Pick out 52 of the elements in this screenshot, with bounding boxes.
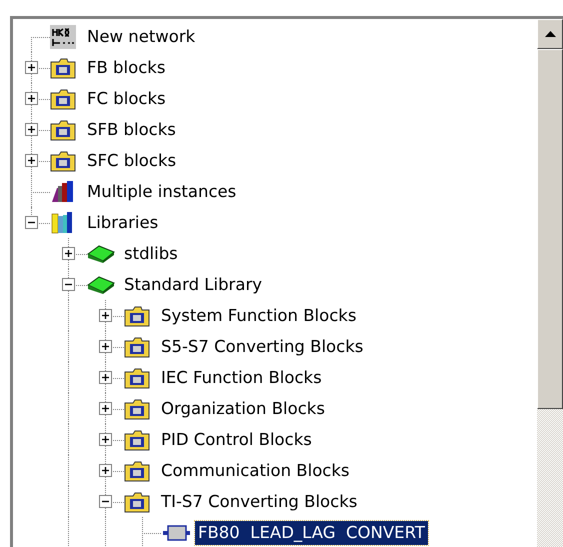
expand-icon[interactable] xyxy=(99,340,112,353)
block-folder-icon xyxy=(124,490,150,512)
collapse-icon[interactable] xyxy=(99,495,112,508)
expand-icon[interactable] xyxy=(99,371,112,384)
tree-item[interactable]: Communication Blocks xyxy=(158,458,353,482)
books-icon xyxy=(50,180,74,204)
tree-item[interactable]: IEC Function Blocks xyxy=(158,366,325,390)
collapse-icon[interactable] xyxy=(25,216,38,229)
expand-icon[interactable] xyxy=(25,123,38,136)
up-arrow-icon xyxy=(544,31,556,37)
tree-item[interactable]: Organization Blocks xyxy=(158,396,328,420)
tree-item[interactable]: System Function Blocks xyxy=(158,304,360,328)
expand-icon[interactable] xyxy=(25,154,38,167)
tree-item[interactable]: Multiple instances xyxy=(84,180,240,204)
scroll-thumb[interactable] xyxy=(537,49,563,409)
collapse-icon[interactable] xyxy=(62,278,75,291)
tree-item[interactable]: PID Control Blocks xyxy=(158,428,315,452)
tree-item[interactable]: FB80 LEAD_LAG CONVERT xyxy=(195,520,428,544)
tree-item[interactable]: FB blocks xyxy=(84,56,168,80)
block-icon xyxy=(161,524,191,542)
block-folder-icon xyxy=(124,428,150,450)
block-folder-icon xyxy=(124,460,150,482)
book-icon xyxy=(87,244,115,264)
tree-item[interactable]: TI-S7 Converting Blocks xyxy=(158,490,360,514)
block-folder-icon xyxy=(124,336,150,358)
expand-icon[interactable] xyxy=(99,402,112,415)
network-icon xyxy=(50,24,76,48)
tree-item[interactable]: stdlibs xyxy=(121,242,181,266)
tree-item[interactable]: Libraries xyxy=(84,210,162,234)
block-folder-icon xyxy=(50,118,76,140)
tree-item[interactable]: FC blocks xyxy=(84,86,169,110)
tree-item[interactable]: SFC blocks xyxy=(84,148,180,172)
tree-item[interactable]: S5-S7 Converting Blocks xyxy=(158,334,366,358)
expand-icon[interactable] xyxy=(99,433,112,446)
tree-item[interactable]: Standard Library xyxy=(121,272,266,296)
scroll-up-button[interactable] xyxy=(537,19,563,49)
expand-icon[interactable] xyxy=(99,309,112,322)
block-folder-icon xyxy=(50,56,76,78)
book-icon xyxy=(87,274,115,294)
block-folder-icon xyxy=(50,88,76,110)
block-folder-icon xyxy=(124,366,150,388)
tree-item[interactable]: New network xyxy=(84,24,198,48)
tree-item[interactable]: SFB blocks xyxy=(84,118,179,142)
expand-icon[interactable] xyxy=(25,92,38,105)
expand-icon[interactable] xyxy=(62,247,75,260)
books-icon xyxy=(50,210,74,234)
scrollbar[interactable] xyxy=(537,19,563,547)
block-folder-icon xyxy=(124,304,150,326)
block-folder-icon xyxy=(50,150,76,172)
block-folder-icon xyxy=(124,398,150,420)
expand-icon[interactable] xyxy=(25,61,38,74)
expand-icon[interactable] xyxy=(99,464,112,477)
